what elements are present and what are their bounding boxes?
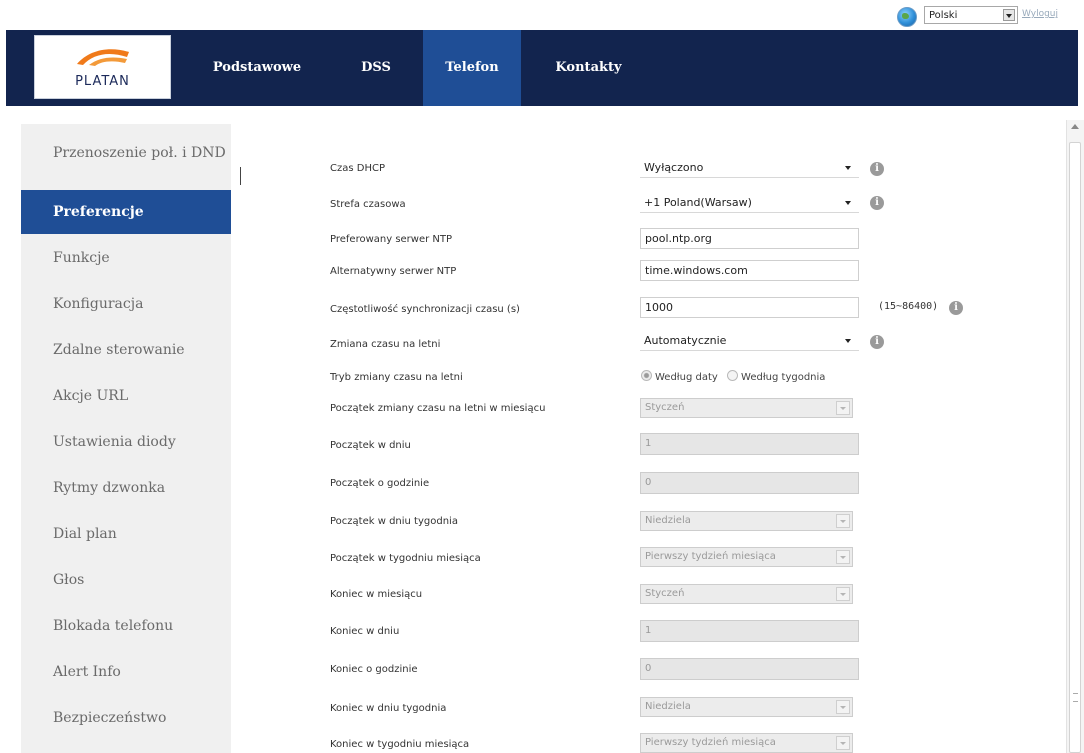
nav-dss[interactable]: DSS — [351, 30, 401, 106]
sidebar-item-funkcje[interactable]: Funkcje — [21, 236, 231, 280]
start-week-value: Pierwszy tydzień miesiąca — [645, 551, 776, 562]
label-ntp-primary: Preferowany serwer NTP — [330, 234, 453, 245]
chevron-down-icon — [836, 401, 850, 415]
info-icon[interactable]: i — [870, 196, 884, 210]
radio-by-date[interactable] — [641, 370, 652, 381]
sidebar-item-akcje-url[interactable]: Akcje URL — [21, 374, 231, 418]
info-icon[interactable]: i — [870, 162, 884, 176]
label-end-week: Koniec w tygodniu miesiąca — [330, 739, 470, 750]
label-start-month: Początek zmiany czasu na letni w miesiąc… — [330, 403, 546, 414]
end-day-input[interactable]: 1 — [640, 620, 859, 642]
label-dhcp-time: Czas DHCP — [330, 163, 385, 174]
end-month-select[interactable]: Styczeń — [640, 584, 853, 604]
globe-icon — [897, 7, 917, 27]
chevron-down-icon — [836, 514, 850, 528]
logo-swoosh-icon — [77, 49, 129, 66]
ntp-alt-input[interactable]: time.windows.com — [640, 260, 859, 281]
logo[interactable]: PLATAN — [34, 35, 171, 99]
label-start-week: Początek w tygodniu miesiąca — [330, 553, 481, 564]
label-end-day: Koniec w dniu — [330, 626, 400, 637]
sidebar-item-glos[interactable]: Głos — [21, 558, 231, 602]
end-week-value: Pierwszy tydzień miesiąca — [645, 737, 776, 748]
chevron-down-icon — [836, 587, 850, 601]
label-start-weekday: Początek w dniu tygodnia — [330, 516, 458, 527]
sidebar-item-alert-info[interactable]: Alert Info — [21, 650, 231, 694]
header: PLATAN Podstawowe DSS Telefon Kontakty — [6, 30, 1078, 106]
chevron-down-icon — [836, 700, 850, 714]
chevron-down-icon — [836, 550, 850, 564]
sidebar: Przenoszenie poł. i DND Preferencje Funk… — [21, 124, 231, 753]
sync-freq-input[interactable]: 1000 — [640, 297, 859, 318]
start-month-select[interactable]: Styczeń — [640, 398, 853, 418]
dst-mode-radio-group: Według daty Według tygodnia — [641, 370, 825, 383]
logo-text: PLATAN — [75, 74, 130, 89]
label-start-hour: Początek o godzinie — [330, 478, 430, 489]
start-day-input[interactable]: 1 — [640, 433, 859, 455]
sidebar-item-przenoszenie[interactable]: Przenoszenie poł. i DND — [21, 144, 231, 194]
sidebar-item-blokada-telefonu[interactable]: Blokada telefonu — [21, 604, 231, 648]
dst-value: Automatycznie — [644, 334, 727, 347]
chevron-down-icon — [845, 166, 851, 170]
end-month-value: Styczeń — [645, 588, 685, 599]
dhcp-time-value: Wyłączono — [644, 161, 704, 174]
chevron-down-icon — [1003, 9, 1015, 21]
label-sync-freq: Częstotliwość synchronizacji czasu (s) — [330, 304, 520, 315]
label-dst-mode: Tryb zmiany czasu na letni — [330, 372, 463, 383]
logout-link[interactable]: Wyloguj — [1022, 9, 1058, 19]
scroll-thumb[interactable] — [1069, 142, 1081, 753]
nav-podstawowe[interactable]: Podstawowe — [202, 30, 312, 106]
end-weekday-select[interactable]: Niedziela — [640, 697, 853, 717]
radio-by-week[interactable] — [727, 370, 739, 381]
start-hour-input[interactable]: 0 — [640, 472, 859, 494]
scroll-up-icon[interactable] — [1071, 124, 1079, 129]
end-hour-input[interactable]: 0 — [640, 658, 859, 680]
sync-freq-range: (15~86400) — [878, 301, 939, 312]
start-weekday-select[interactable]: Niedziela — [640, 511, 853, 531]
language-value: Polski — [929, 10, 958, 21]
ntp-primary-input[interactable]: pool.ntp.org — [640, 228, 859, 249]
sidebar-item-konfiguracja[interactable]: Konfiguracja — [21, 282, 231, 326]
timezone-select[interactable]: +1 Poland(Warsaw) — [640, 193, 859, 213]
sidebar-item-dial-plan[interactable]: Dial plan — [21, 512, 231, 556]
sidebar-item-preferencje[interactable]: Preferencje — [21, 190, 231, 234]
info-icon[interactable]: i — [949, 301, 963, 315]
radio-by-week-label: Według tygodnia — [741, 372, 826, 383]
text-cursor — [240, 167, 241, 185]
scroll-grip-icon — [1073, 693, 1078, 702]
nav-kontakty[interactable]: Kontakty — [546, 30, 631, 106]
start-month-value: Styczeń — [645, 402, 685, 413]
dhcp-time-select[interactable]: Wyłączono — [640, 158, 859, 178]
start-week-select[interactable]: Pierwszy tydzień miesiąca — [640, 547, 853, 567]
nav-telefon[interactable]: Telefon — [423, 30, 521, 106]
label-end-weekday: Koniec w dniu tygodnia — [330, 703, 447, 714]
top-bar: Polski Wyloguj — [0, 0, 1084, 28]
sidebar-item-ustawienia-diody[interactable]: Ustawienia diody — [21, 420, 231, 464]
label-end-hour: Koniec o godzinie — [330, 664, 418, 675]
sidebar-item-rytmy-dzwonka[interactable]: Rytmy dzwonka — [21, 466, 231, 510]
end-weekday-value: Niedziela — [645, 701, 691, 712]
sidebar-item-bezpieczenstwo[interactable]: Bezpieczeństwo — [21, 696, 231, 740]
vertical-scrollbar[interactable] — [1066, 120, 1084, 753]
sidebar-item-zdalne-sterowanie[interactable]: Zdalne sterowanie — [21, 328, 231, 372]
label-timezone: Strefa czasowa — [330, 199, 406, 210]
end-week-select[interactable]: Pierwszy tydzień miesiąca — [640, 733, 853, 753]
language-select[interactable]: Polski — [924, 6, 1018, 24]
chevron-down-icon — [845, 201, 851, 205]
info-icon[interactable]: i — [870, 335, 884, 349]
chevron-down-icon — [845, 339, 851, 343]
dst-select[interactable]: Automatycznie — [640, 331, 859, 351]
label-start-day: Początek w dniu — [330, 440, 411, 451]
timezone-value: +1 Poland(Warsaw) — [644, 196, 752, 209]
start-weekday-value: Niedziela — [645, 515, 691, 526]
label-ntp-alt: Alternatywny serwer NTP — [330, 266, 457, 277]
label-end-month: Koniec w miesiącu — [330, 589, 423, 600]
label-dst: Zmiana czasu na letni — [330, 339, 441, 350]
chevron-down-icon — [836, 736, 850, 750]
radio-by-date-label: Według daty — [655, 372, 718, 383]
